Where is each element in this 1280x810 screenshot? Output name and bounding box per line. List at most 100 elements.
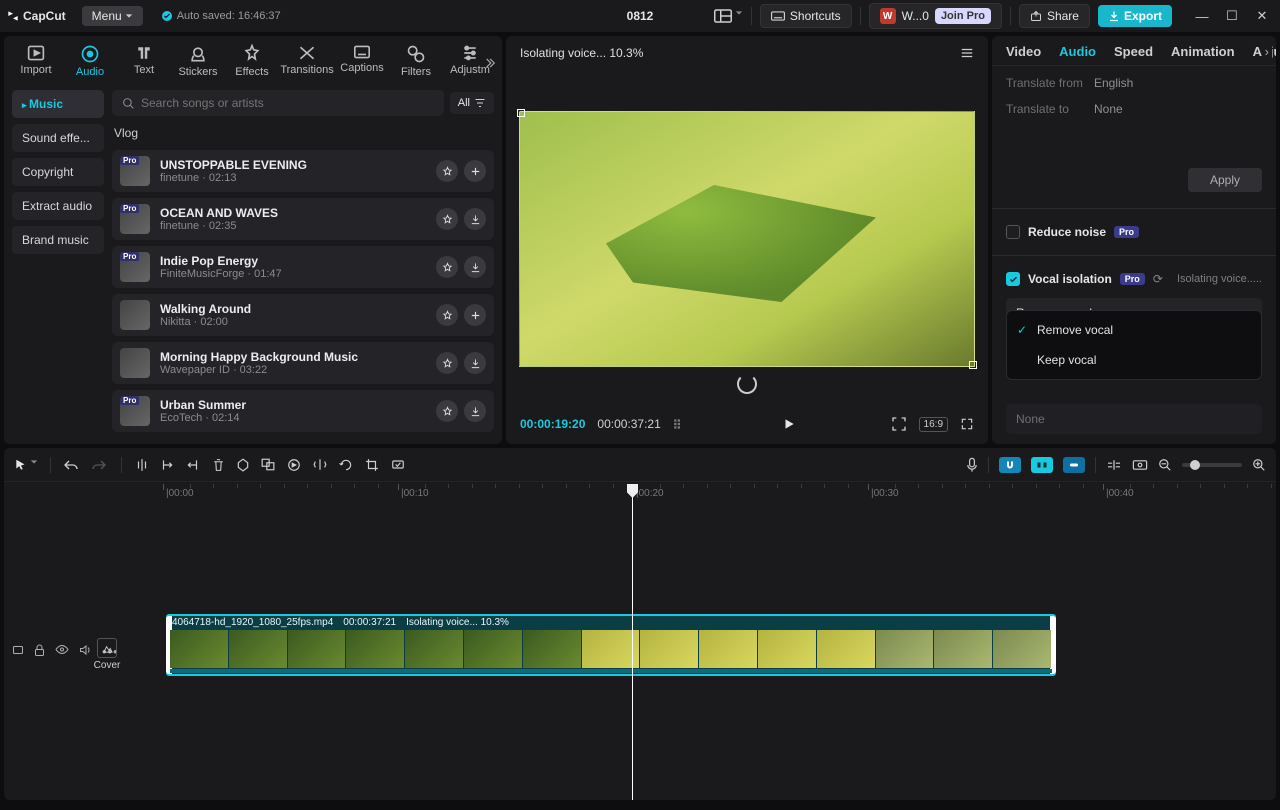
fullscreen-icon[interactable] — [960, 417, 974, 431]
secondary-dropdown[interactable]: None — [1006, 404, 1262, 434]
media-tab-effects[interactable]: Effects — [228, 44, 276, 82]
crop-icon[interactable] — [365, 458, 379, 472]
window-maximize[interactable]: ☐ — [1220, 4, 1244, 28]
cover-button[interactable]: Cover — [90, 638, 124, 671]
search-input[interactable] — [141, 96, 434, 110]
zoom-out-icon[interactable] — [1158, 458, 1172, 472]
vocal-mode-option[interactable]: Remove vocal — [1007, 315, 1261, 345]
media-tab-stickers[interactable]: Stickers — [174, 44, 222, 82]
reset-icon[interactable]: ⟳ — [1153, 272, 1163, 286]
add-icon[interactable] — [464, 304, 486, 326]
delete-icon[interactable] — [212, 458, 225, 472]
vocal-isolation-checkbox[interactable] — [1006, 272, 1020, 286]
split-icon[interactable] — [136, 458, 148, 472]
media-tab-transitions[interactable]: Transitions — [282, 44, 332, 80]
track-row[interactable]: ProIndie Pop EnergyFiniteMusicForge · 01… — [112, 246, 494, 288]
favorite-icon[interactable] — [436, 160, 458, 182]
track-row[interactable]: ProUNSTOPPABLE EVENINGfinetune · 02:13 — [112, 150, 494, 192]
category-copyright[interactable]: Copyright — [12, 158, 104, 186]
workspace-chip[interactable]: W W...0 Join Pro — [869, 3, 1002, 29]
rotate-icon[interactable] — [339, 458, 353, 472]
export-button[interactable]: Export — [1098, 5, 1172, 27]
favorite-icon[interactable] — [436, 400, 458, 422]
smart-tool-icon[interactable] — [391, 458, 405, 471]
join-pro-pill[interactable]: Join Pro — [935, 8, 991, 24]
playhead[interactable] — [632, 484, 633, 800]
media-tab-filters[interactable]: Filters — [392, 44, 440, 82]
media-tab-import[interactable]: Import — [12, 44, 60, 80]
window-minimize[interactable]: — — [1190, 4, 1214, 28]
media-tab-captions[interactable]: Captions — [338, 44, 386, 78]
translate-to-value[interactable]: None — [1094, 102, 1123, 116]
undo-icon[interactable] — [63, 458, 79, 472]
download-icon[interactable] — [464, 400, 486, 422]
adjustm-icon — [460, 44, 480, 62]
tabs-more-icon[interactable] — [482, 56, 496, 70]
zoom-slider[interactable] — [1182, 463, 1242, 467]
media-tab-text[interactable]: Text — [120, 44, 168, 80]
translate-from-value[interactable]: English — [1094, 76, 1133, 90]
preview-menu-icon[interactable] — [960, 47, 974, 59]
marker-icon[interactable] — [237, 458, 249, 472]
favorite-icon[interactable] — [436, 304, 458, 326]
aspect-ratio-chip[interactable]: 16:9 — [919, 417, 948, 432]
magnet-link-icon[interactable] — [1063, 457, 1085, 473]
filter-all-button[interactable]: All — [450, 92, 494, 114]
track-row[interactable]: Walking AroundNikitta · 02:00 — [112, 294, 494, 336]
favorite-icon[interactable] — [436, 256, 458, 278]
track-title: Urban Summer — [160, 398, 426, 412]
track-row[interactable]: Morning Happy Background MusicWavepaper … — [112, 342, 494, 384]
track-toggle-icon[interactable] — [12, 644, 24, 659]
search-box[interactable] — [112, 90, 444, 116]
inspector-tab-speed[interactable]: Speed — [1114, 44, 1153, 59]
copy-icon[interactable] — [261, 458, 275, 471]
track-row[interactable]: ProOCEAN AND WAVESfinetune · 02:35 — [112, 198, 494, 240]
menu-button[interactable]: Menu — [82, 6, 143, 26]
trim-left-icon[interactable] — [160, 458, 174, 472]
favorite-icon[interactable] — [436, 352, 458, 374]
favorite-icon[interactable] — [436, 208, 458, 230]
category-sound-effe-[interactable]: Sound effe... — [12, 124, 104, 152]
reverse-icon[interactable] — [287, 458, 301, 472]
reduce-noise-checkbox[interactable] — [1006, 225, 1020, 239]
track-lock-icon[interactable] — [34, 644, 45, 659]
share-button[interactable]: Share — [1019, 4, 1090, 28]
inspector-tab-audio[interactable]: Audio — [1059, 44, 1096, 59]
pointer-tool-icon[interactable] — [14, 458, 38, 472]
focus-frame-icon[interactable] — [891, 416, 907, 432]
category-music[interactable]: Music — [12, 90, 104, 118]
apply-button[interactable]: Apply — [1188, 168, 1262, 192]
align-icon[interactable] — [1106, 459, 1122, 471]
document-title[interactable]: 0812 — [627, 9, 654, 23]
preview-timeline-icon[interactable] — [1132, 459, 1148, 471]
list-view-icon[interactable] — [673, 418, 687, 430]
preview-canvas[interactable] — [519, 111, 975, 367]
tabs-scroll-right-icon[interactable]: › — [1262, 44, 1272, 59]
magnet-main-icon[interactable] — [999, 457, 1021, 473]
download-icon[interactable] — [464, 352, 486, 374]
play-button[interactable] — [782, 417, 796, 431]
zoom-in-icon[interactable] — [1252, 458, 1266, 472]
window-close[interactable]: ✕ — [1250, 4, 1274, 28]
inspector-tab-animation[interactable]: Animation — [1171, 44, 1235, 59]
trim-right-icon[interactable] — [186, 458, 200, 472]
category-extract-audio[interactable]: Extract audio — [12, 192, 104, 220]
timeline-panel: ••• Cover |00:00|00:10|00:20|00:30|00:40… — [4, 448, 1276, 800]
mic-icon[interactable] — [966, 457, 978, 473]
mirror-icon[interactable] — [313, 458, 327, 471]
shortcuts-button[interactable]: Shortcuts — [760, 4, 852, 28]
vocal-mode-option[interactable]: Keep vocal — [1007, 345, 1261, 375]
add-icon[interactable] — [464, 160, 486, 182]
magnet-track-icon[interactable] — [1031, 457, 1053, 473]
track-visible-icon[interactable] — [55, 644, 69, 659]
video-clip[interactable]: 4064718-hd_1920_1080_25fps.mp4 00:00:37:… — [166, 614, 1056, 676]
download-icon[interactable] — [464, 256, 486, 278]
media-tab-audio[interactable]: Audio — [66, 44, 114, 82]
layout-icon[interactable] — [714, 9, 743, 23]
download-icon[interactable] — [464, 208, 486, 230]
inspector-tab-video[interactable]: Video — [1006, 44, 1041, 59]
category-brand-music[interactable]: Brand music — [12, 226, 104, 254]
timeline-canvas[interactable]: |00:00|00:10|00:20|00:30|00:40 4064718-h… — [124, 484, 1276, 800]
track-row[interactable]: ProUrban SummerEcoTech · 02:14 — [112, 390, 494, 432]
redo-icon[interactable] — [91, 458, 107, 472]
